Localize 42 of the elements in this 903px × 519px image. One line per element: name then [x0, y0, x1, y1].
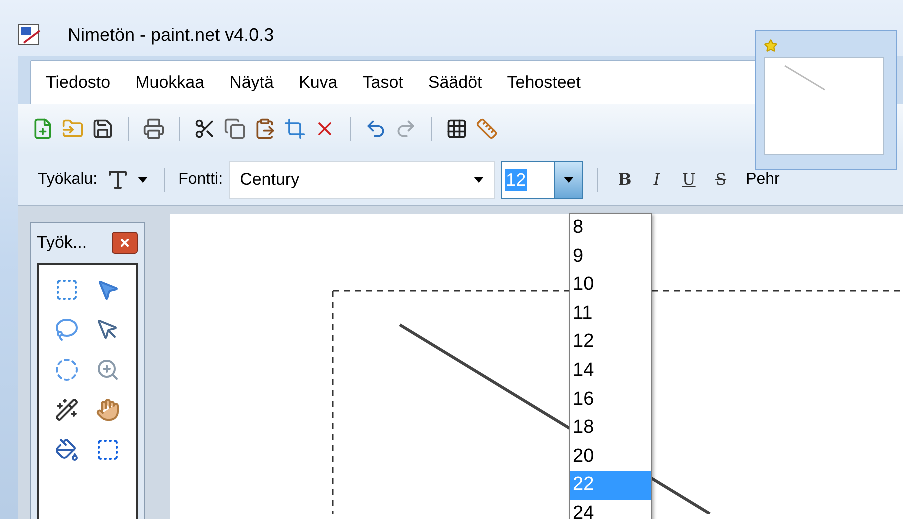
caret-icon — [474, 176, 484, 182]
caret-icon — [564, 176, 574, 182]
crop-icon[interactable] — [282, 116, 308, 142]
caret-icon — [138, 176, 148, 182]
dropdown-option[interactable]: 20 — [570, 442, 651, 472]
star-icon[interactable] — [764, 39, 778, 53]
panel-title: Työk... — [37, 232, 88, 254]
dropdown-option[interactable]: 12 — [570, 328, 651, 357]
window-title: Nimetön - paint.net v4.0.3 — [68, 24, 274, 47]
toolbar-label: Pehr — [746, 170, 780, 190]
menu-item[interactable]: Näytä — [230, 70, 274, 96]
menu-item[interactable]: Säädöt — [428, 70, 482, 96]
close-button[interactable] — [112, 232, 138, 254]
lasso-icon[interactable] — [54, 317, 80, 343]
magic-wand-icon[interactable] — [54, 397, 80, 423]
copy-icon[interactable] — [222, 116, 248, 142]
close-icon — [119, 237, 131, 249]
dropdown-option[interactable]: 10 — [570, 271, 651, 300]
text-style-button[interactable]: U — [676, 168, 702, 192]
dropdown-option[interactable]: 8 — [570, 214, 651, 243]
font-select[interactable]: Century — [229, 160, 496, 198]
text-style-button[interactable]: S — [708, 168, 734, 192]
dropdown-option[interactable]: 9 — [570, 242, 651, 272]
menu-item[interactable]: Tiedosto — [46, 70, 111, 96]
dropdown-option[interactable]: 18 — [570, 414, 651, 443]
app-icon — [18, 23, 42, 47]
dropdown-option[interactable]: 16 — [570, 386, 651, 414]
dropdown-option[interactable]: 11 — [570, 300, 651, 328]
paint-bucket-icon[interactable] — [54, 437, 80, 463]
dropdown-option[interactable]: 24 — [570, 500, 651, 519]
text-style-button[interactable]: B — [612, 168, 638, 192]
menu-item[interactable]: Tehosteet — [507, 70, 581, 96]
menu-item[interactable]: Tasot — [362, 70, 404, 96]
menu-item[interactable]: Muokkaa — [136, 70, 205, 96]
ellipse-select-icon[interactable] — [54, 357, 80, 383]
font-label: Fontti: — [178, 170, 224, 190]
dropdown-option[interactable]: 14 — [570, 356, 651, 386]
tool-label: Työkalu: — [38, 170, 98, 190]
print-icon[interactable] — [141, 116, 167, 142]
menu-item[interactable]: Kuva — [298, 70, 338, 96]
hand-icon[interactable] — [94, 397, 121, 423]
text-style-button[interactable]: I — [644, 168, 670, 192]
